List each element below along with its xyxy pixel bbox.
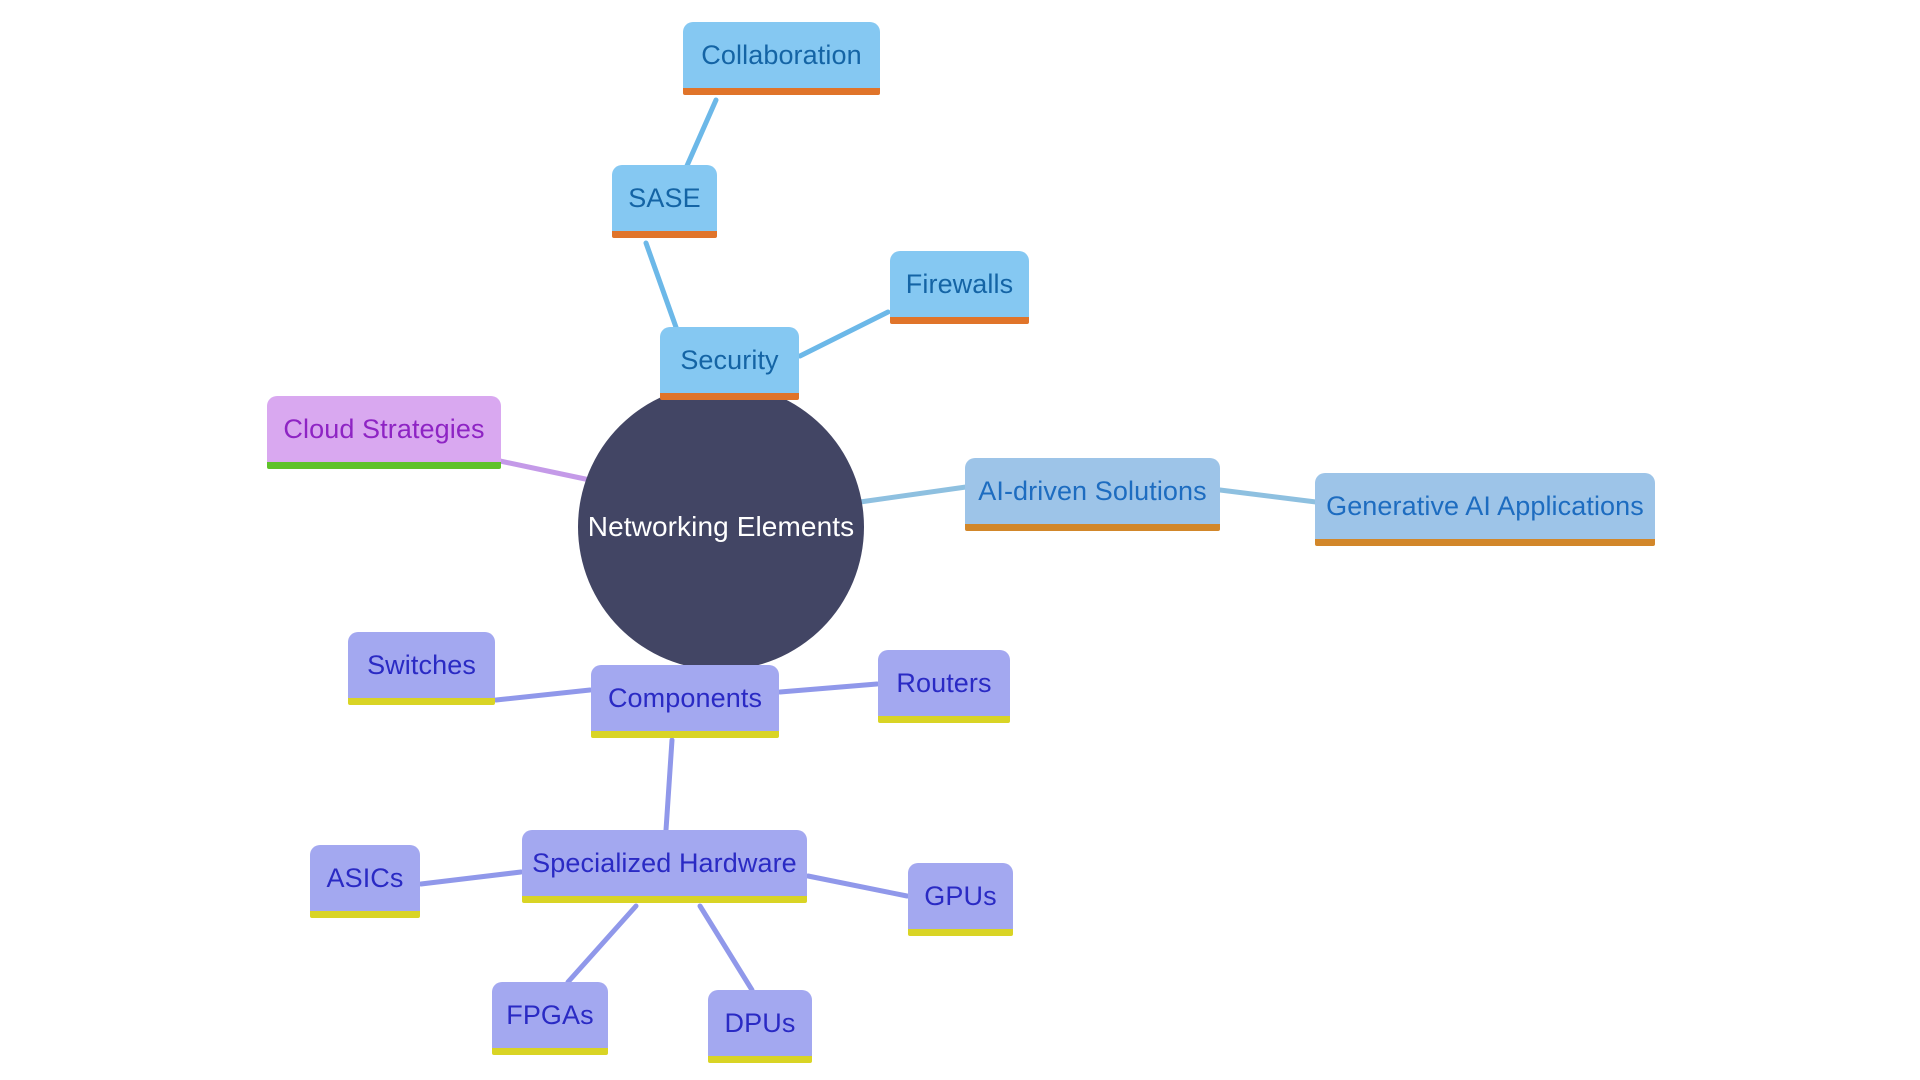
edge-root-to-ai-driven-solutions bbox=[857, 484, 969, 505]
edge-ai-driven-solutions-to-generative-ai-applications bbox=[1217, 487, 1319, 505]
mindmap-canvas: Networking Elements Collaboration SASE Secu… bbox=[0, 0, 1920, 1080]
edge-security-to-sase bbox=[643, 240, 680, 333]
edge-root-to-cloud-strategies bbox=[497, 458, 593, 483]
edge-specialized-hardware-to-gpus bbox=[805, 873, 910, 899]
node-ai-driven-solutions[interactable]: AI-driven Solutions bbox=[965, 458, 1220, 531]
edge-security-to-firewalls bbox=[797, 309, 891, 359]
node-label-security: Security bbox=[680, 344, 779, 375]
node-label-firewalls: Firewalls bbox=[905, 268, 1014, 299]
node-dpus[interactable]: DPUs bbox=[708, 990, 812, 1063]
node-label-dpus: DPUs bbox=[724, 1007, 796, 1038]
edge-specialized-hardware-to-dpus bbox=[697, 903, 755, 993]
node-cloud-strategies[interactable]: Cloud Strategies bbox=[267, 396, 501, 469]
node-label-ai-driven-solutions: AI-driven Solutions bbox=[978, 475, 1207, 506]
edge-specialized-hardware-to-fpgas bbox=[565, 903, 639, 985]
node-firewalls[interactable]: Firewalls bbox=[890, 251, 1029, 324]
node-sase[interactable]: SASE bbox=[612, 165, 717, 238]
node-label-routers: Routers bbox=[896, 667, 992, 698]
node-fpgas[interactable]: FPGAs bbox=[492, 982, 608, 1055]
node-components[interactable]: Components bbox=[591, 665, 779, 738]
node-generative-ai-applications[interactable]: Generative AI Applications bbox=[1315, 473, 1655, 546]
node-label-gpus: GPUs bbox=[924, 880, 997, 911]
edge-components-to-switches bbox=[493, 687, 593, 703]
node-switches[interactable]: Switches bbox=[348, 632, 495, 705]
node-specialized-hardware[interactable]: Specialized Hardware bbox=[522, 830, 807, 903]
node-gpus[interactable]: GPUs bbox=[908, 863, 1013, 936]
node-collaboration[interactable]: Collaboration bbox=[683, 22, 880, 95]
node-label-generative-ai-applications: Generative AI Applications bbox=[1326, 490, 1644, 521]
edge-sase-to-collaboration bbox=[683, 97, 719, 171]
node-security[interactable]: Security bbox=[660, 327, 799, 400]
node-label-sase: SASE bbox=[628, 182, 701, 213]
node-label-specialized-hardware: Specialized Hardware bbox=[532, 847, 797, 878]
node-label-switches: Switches bbox=[367, 649, 476, 680]
node-label-root: Networking Elements bbox=[587, 511, 855, 542]
node-label-components: Components bbox=[607, 682, 763, 713]
edge-specialized-hardware-to-asics bbox=[418, 869, 524, 887]
node-routers[interactable]: Routers bbox=[878, 650, 1010, 723]
node-label-asics: ASICs bbox=[326, 862, 404, 893]
node-asics[interactable]: ASICs bbox=[310, 845, 420, 918]
node-label-fpgas: FPGAs bbox=[506, 999, 594, 1030]
node-label-collaboration: Collaboration bbox=[701, 39, 862, 70]
edge-components-to-routers bbox=[777, 681, 880, 695]
node-label-cloud-strategies: Cloud Strategies bbox=[283, 413, 485, 444]
node-root[interactable]: Networking Elements bbox=[578, 384, 864, 670]
edge-components-to-specialized-hardware bbox=[663, 737, 675, 833]
